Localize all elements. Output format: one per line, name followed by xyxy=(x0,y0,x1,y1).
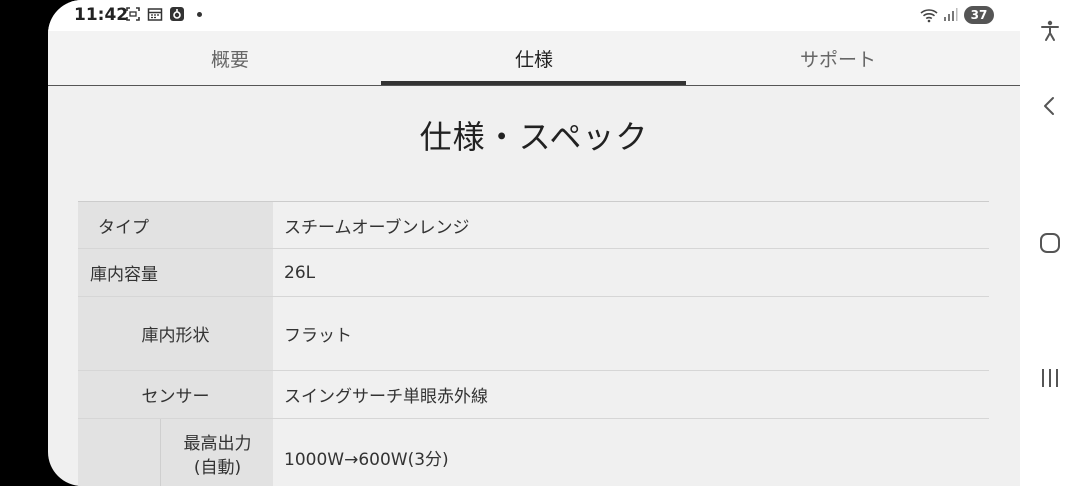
page-title: 仕様・スペック xyxy=(419,118,649,156)
system-navigation-bar xyxy=(1020,0,1080,486)
spec-row: 最高出力 (自動) 1000W→600W(3分) xyxy=(78,419,989,486)
spec-value: フラット xyxy=(273,297,989,370)
wifi-icon xyxy=(920,7,938,23)
screenshot-icon xyxy=(125,6,141,22)
spec-sub-label: 最高出力 (自動) xyxy=(160,419,274,486)
status-icons-left xyxy=(125,6,202,22)
status-bar: 11:42 37 xyxy=(48,0,1020,31)
spec-group-label xyxy=(78,419,160,486)
spec-value: 1000W→600W(3分) xyxy=(273,419,989,486)
home-icon[interactable] xyxy=(1038,231,1062,255)
spec-label: 庫内容量 xyxy=(78,249,285,296)
spec-row: 庫内形状 フラット xyxy=(78,297,989,371)
status-time: 11:42 xyxy=(74,5,129,25)
battery-level: 37 xyxy=(964,6,994,24)
status-icons-right: 37 xyxy=(920,6,994,24)
tab-support[interactable]: サポート xyxy=(686,31,990,85)
tab-bar: 概要 仕様 サポート xyxy=(48,31,1020,86)
spec-label: センサー xyxy=(78,371,273,418)
spec-row: タイプ スチームオーブンレンジ xyxy=(78,202,989,249)
spec-label: タイプ xyxy=(78,202,293,248)
calendar-icon xyxy=(147,6,163,22)
tab-overview[interactable]: 概要 xyxy=(78,31,382,85)
spec-value: スイングサーチ単眼赤外線 xyxy=(273,371,989,418)
more-notifications-dot-icon xyxy=(197,11,202,17)
spec-value: 26L xyxy=(273,249,989,296)
spec-row: センサー スイングサーチ単眼赤外線 xyxy=(78,371,989,419)
spec-value: スチームオーブンレンジ xyxy=(273,202,989,248)
tab-specs[interactable]: 仕様 xyxy=(382,31,686,85)
back-icon[interactable] xyxy=(1038,94,1062,118)
signal-icon xyxy=(942,7,958,23)
app-screen: 11:42 37 概要 仕様 サポート 仕様・スペック タイプ スチームオーブン… xyxy=(48,0,1020,486)
spec-table: タイプ スチームオーブンレンジ 庫内容量 26L 庫内形状 フラット センサー … xyxy=(78,201,989,486)
spec-sub-label-line1: 最高出力 xyxy=(183,434,252,455)
spec-label: 庫内形状 xyxy=(78,297,273,370)
app-notification-icon xyxy=(169,6,185,22)
accessibility-icon[interactable] xyxy=(1038,19,1062,43)
recents-icon[interactable] xyxy=(1038,366,1062,390)
spec-row: 庫内容量 26L xyxy=(78,249,989,297)
spec-sub-label-line2: (自動) xyxy=(193,458,242,478)
active-tab-indicator xyxy=(381,81,686,85)
